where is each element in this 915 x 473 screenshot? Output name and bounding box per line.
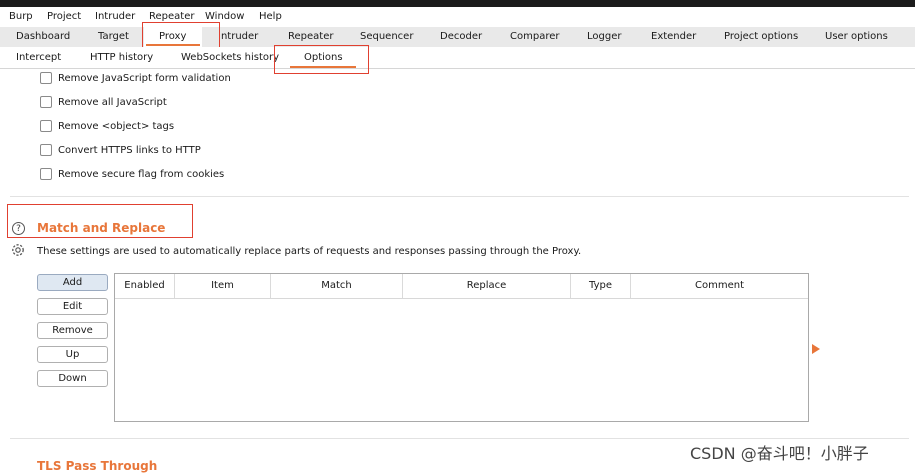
help-icon[interactable]: ? [12, 222, 25, 235]
add-button[interactable]: Add [37, 274, 108, 291]
tab-intruder[interactable]: Intruder [218, 31, 258, 42]
label-convert-https: Convert HTTPS links to HTTP [58, 145, 201, 156]
menu-project[interactable]: Project [47, 11, 81, 22]
edit-button[interactable]: Edit [37, 298, 108, 315]
match-replace-title: Match and Replace [37, 221, 166, 235]
window-top-edge [0, 0, 915, 7]
checkbox-convert-https[interactable] [40, 144, 52, 156]
tls-pass-through-title: TLS Pass Through [37, 459, 158, 473]
tab-comparer[interactable]: Comparer [510, 31, 559, 42]
checkbox-remove-all-js[interactable] [40, 96, 52, 108]
table-header: Enabled Item Match Replace Type Comment [115, 274, 808, 299]
column-item[interactable]: Item [175, 274, 271, 298]
match-replace-table[interactable]: Enabled Item Match Replace Type Comment [114, 273, 809, 422]
tab-user-options[interactable]: User options [825, 31, 888, 42]
label-remove-all-js: Remove all JavaScript [58, 97, 167, 108]
menu-burp[interactable]: Burp [9, 11, 33, 22]
tab-repeater[interactable]: Repeater [288, 31, 333, 42]
column-replace[interactable]: Replace [403, 274, 571, 298]
highlight-box-options [274, 45, 369, 74]
checkbox-remove-object-tags[interactable] [40, 120, 52, 132]
menu-window[interactable]: Window [205, 11, 244, 22]
gear-icon[interactable] [10, 242, 26, 258]
menu-bar: Burp Project Intruder Repeater Window He… [0, 7, 915, 27]
column-match[interactable]: Match [271, 274, 403, 298]
label-remove-js-validation: Remove JavaScript form validation [58, 73, 231, 84]
arrow-right-icon[interactable] [812, 344, 820, 354]
proxy-tab-bar: Intercept HTTP history WebSockets histor… [0, 47, 915, 69]
checkbox-remove-js-validation[interactable] [40, 72, 52, 84]
match-replace-description: These settings are used to automatically… [37, 246, 582, 257]
menu-help[interactable]: Help [259, 11, 282, 22]
tab-target[interactable]: Target [98, 31, 129, 42]
tab-logger[interactable]: Logger [587, 31, 621, 42]
tab-websockets-history[interactable]: WebSockets history [181, 52, 279, 63]
tab-extender[interactable]: Extender [651, 31, 696, 42]
remove-button[interactable]: Remove [37, 322, 108, 339]
menu-repeater[interactable]: Repeater [149, 11, 194, 22]
label-remove-secure-flag: Remove secure flag from cookies [58, 169, 225, 180]
tab-decoder[interactable]: Decoder [440, 31, 482, 42]
main-tab-bar: Dashboard Target Intruder Repeater Seque… [0, 27, 915, 48]
tab-http-history[interactable]: HTTP history [90, 52, 153, 63]
label-remove-object-tags: Remove <object> tags [58, 121, 175, 132]
down-button[interactable]: Down [37, 370, 108, 387]
tab-intercept[interactable]: Intercept [16, 52, 61, 63]
checkbox-remove-secure-flag[interactable] [40, 168, 52, 180]
menu-intruder[interactable]: Intruder [95, 11, 135, 22]
section-divider-tls [10, 438, 909, 439]
tab-sequencer[interactable]: Sequencer [360, 31, 413, 42]
section-divider [10, 196, 909, 197]
watermark: CSDN @奋斗吧！小胖子 [690, 444, 869, 463]
tab-project-options[interactable]: Project options [724, 31, 798, 42]
column-comment[interactable]: Comment [631, 274, 808, 298]
column-enabled[interactable]: Enabled [115, 274, 175, 298]
up-button[interactable]: Up [37, 346, 108, 363]
column-type[interactable]: Type [571, 274, 631, 298]
tab-dashboard[interactable]: Dashboard [16, 31, 70, 42]
